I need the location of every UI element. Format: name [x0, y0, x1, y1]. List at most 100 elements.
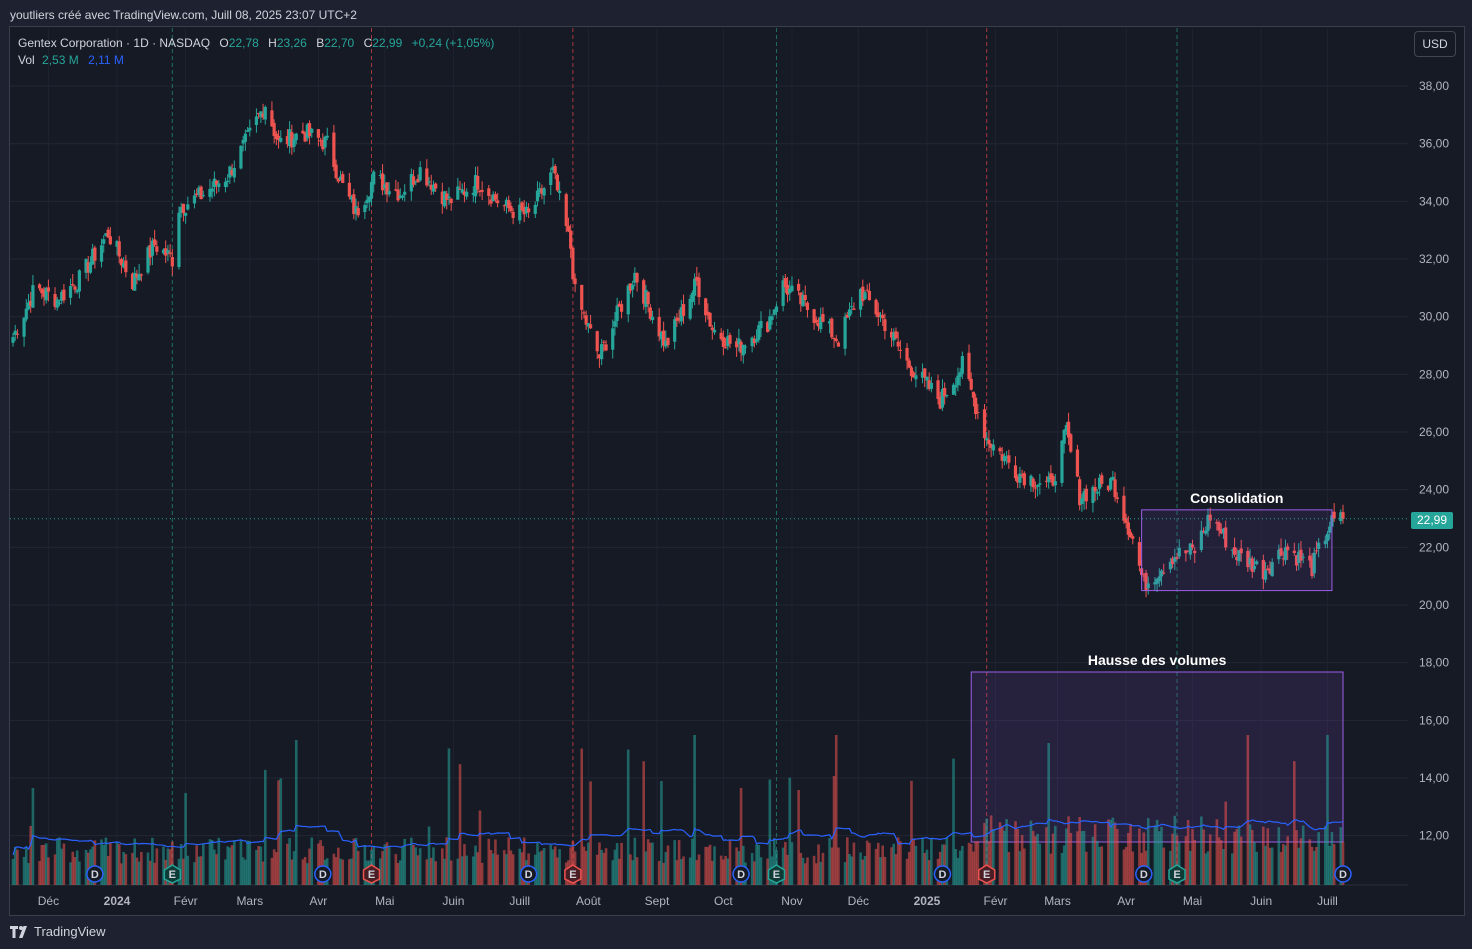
volume-bar	[62, 843, 66, 885]
volume-bar	[974, 841, 977, 885]
candle-body	[1100, 475, 1104, 484]
earnings-marker-icon: E	[362, 864, 381, 884]
volume-bar	[1264, 845, 1267, 885]
volume-bar	[458, 764, 462, 885]
y-tick-label: 34,00	[1419, 194, 1449, 208]
volume-bar	[1020, 834, 1024, 885]
volume-bar	[1155, 819, 1159, 885]
volume-bar	[921, 837, 924, 885]
volume-bar	[213, 849, 216, 885]
volume-bar	[1297, 847, 1301, 885]
candle-body	[708, 312, 712, 327]
candle-body	[692, 278, 697, 296]
legend-open-label: O	[219, 36, 229, 50]
candle-body	[710, 327, 714, 331]
volume-bar	[232, 840, 236, 885]
x-tick-label: Juin	[442, 894, 464, 908]
candle-body	[905, 348, 909, 361]
volume-bar	[553, 846, 557, 885]
candle-body	[1095, 491, 1099, 494]
volume-bar	[47, 857, 50, 885]
legend-volume-ma-value: 2,11 M	[88, 53, 124, 67]
volume-bar	[620, 842, 623, 885]
y-tick-label: 30,00	[1419, 310, 1449, 324]
price-chart[interactable]: 38,00 36,00 34,00 32,00 30,00 28,00 26,00 24,00…	[0, 0, 1472, 949]
volume-bar	[443, 858, 446, 885]
volume-bar	[496, 854, 499, 885]
volume-bar	[958, 850, 962, 885]
volume-bar	[1098, 846, 1101, 885]
volume-bar	[24, 846, 28, 885]
candle-body	[533, 204, 537, 214]
legend-volume-value: 2,53 M	[42, 53, 79, 67]
dividend-marker-icon: D	[732, 865, 750, 883]
volume-bar	[1268, 847, 1272, 885]
candle-body	[24, 308, 28, 320]
currency-button[interactable]: USD	[1414, 31, 1456, 57]
volume-bar	[434, 861, 437, 885]
volume-bar	[812, 855, 816, 885]
earnings-marker-icon: E	[163, 864, 182, 884]
footer-brand[interactable]: TradingView	[10, 924, 106, 939]
dividend-marker-icon: D	[519, 865, 538, 883]
volume-bar	[899, 841, 902, 885]
event-marker-label: D	[737, 869, 745, 881]
volume-bar	[1029, 820, 1033, 885]
volume-bar	[673, 840, 676, 885]
consolidation-annotation-label: Consolidation	[1190, 490, 1283, 506]
candle-body	[217, 183, 221, 188]
volume-bar	[697, 854, 701, 885]
volume-bar	[861, 859, 865, 885]
candle-body	[542, 188, 546, 196]
volume-bar	[859, 852, 862, 885]
candle-body	[387, 191, 391, 195]
volume-bar	[604, 848, 608, 885]
candle-body	[434, 183, 438, 189]
volume-bar	[396, 862, 400, 885]
candle-body	[1341, 512, 1345, 519]
volume-bar	[1014, 821, 1017, 885]
y-tick-label: 12,00	[1419, 829, 1449, 843]
volume-bar	[677, 840, 681, 885]
volume-bar	[460, 856, 464, 885]
volume-bar	[1281, 844, 1285, 885]
volume-bar	[1018, 851, 1022, 885]
volume-bar	[1270, 847, 1274, 885]
y-tick-label: 20,00	[1419, 598, 1449, 612]
candle-body	[480, 189, 484, 192]
volume-bar	[1109, 819, 1112, 885]
volume-bar	[1076, 831, 1079, 885]
x-tick-label: Juill	[1317, 894, 1338, 908]
candle-body	[967, 352, 971, 380]
volume-bar	[1248, 824, 1252, 885]
candle-body	[356, 208, 360, 216]
volume-bar	[151, 837, 154, 885]
volume-bar	[153, 862, 156, 885]
x-tick-label: Juin	[1250, 894, 1272, 908]
volume-bar	[538, 851, 541, 885]
x-tick-label: Nov	[781, 894, 802, 908]
volume-bar	[1122, 849, 1126, 885]
volume-bar	[1016, 829, 1019, 885]
candle-body	[184, 212, 188, 216]
volume-bar	[1206, 851, 1210, 885]
volume-bar	[69, 862, 72, 885]
volume-bar	[1310, 846, 1314, 885]
volume-bar	[1096, 840, 1099, 885]
volume-bar	[356, 851, 360, 885]
volume-bar	[465, 855, 468, 885]
x-tick-label: Août	[576, 894, 601, 908]
candle-body	[99, 245, 104, 262]
volume-bar	[834, 735, 838, 885]
candle-body	[790, 285, 794, 292]
volume-bar	[1266, 828, 1270, 885]
volume-bar	[71, 851, 75, 885]
volume-bar	[788, 777, 792, 885]
candle-body	[925, 376, 929, 381]
volume-bar	[912, 838, 915, 885]
volume-bar	[817, 844, 820, 885]
candle-body	[582, 312, 586, 314]
volume-bar	[474, 845, 477, 885]
volume-bar	[511, 854, 515, 885]
volume-bar	[257, 846, 260, 885]
